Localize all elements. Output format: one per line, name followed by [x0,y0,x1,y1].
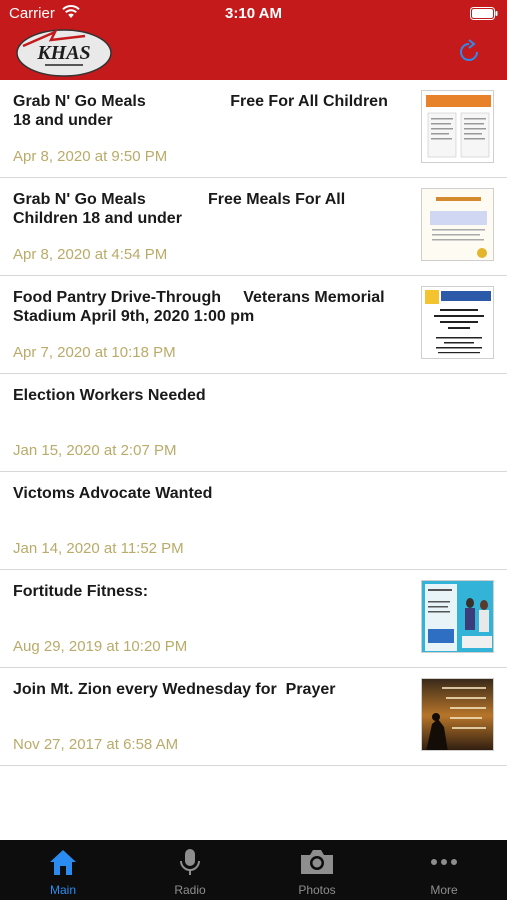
tab-label: More [430,883,458,897]
tab-radio[interactable]: Radio [127,840,253,900]
item-title: Join Mt. Zion every Wednesday for Prayer [13,681,336,698]
list-item[interactable]: Grab N' Go Meals Free For All Children 1… [0,80,507,178]
tab-label: Photos [298,883,336,897]
tab-photos[interactable]: Photos [254,840,380,900]
item-date: Nov 27, 2017 at 6:58 AM [13,736,179,753]
more-icon [431,859,457,865]
logo-text: KHAS [36,42,90,64]
app-header: Carrier 3:10 AM KHAS [0,0,507,80]
item-thumbnail [421,678,494,751]
item-date: Jan 14, 2020 at 11:52 PM [13,540,184,557]
news-list: Grab N' Go Meals Free For All Children 1… [0,80,507,766]
item-title: Grab N' Go Meals Free For All Children 1… [13,93,393,129]
item-date: Apr 7, 2020 at 10:18 PM [13,344,176,361]
item-date: Apr 8, 2020 at 9:50 PM [13,148,168,165]
list-item[interactable]: Grab N' Go Meals Free Meals For All Chil… [0,178,507,276]
tab-main[interactable]: Main [0,840,126,900]
item-thumbnail [421,580,494,653]
item-title: Victoms Advocate Wanted [13,485,213,502]
item-thumbnail [421,188,494,261]
list-item[interactable]: Food Pantry Drive-Through Veterans Memor… [0,276,507,374]
item-title: Fortitude Fitness: [13,583,149,600]
camera-icon [301,850,333,874]
item-thumbnail [421,90,494,163]
tab-label: Radio [174,883,206,897]
battery-icon [470,7,498,20]
list-item[interactable]: Join Mt. Zion every Wednesday for Prayer… [0,668,507,766]
item-title: Food Pantry Drive-Through Veterans Memor… [13,289,390,325]
item-title: Election Workers Needed [13,387,206,404]
home-icon [50,850,76,875]
status-time: 3:10 AM [225,5,282,22]
item-thumbnail [421,286,494,359]
list-item[interactable]: Victoms Advocate Wanted Jan 14, 2020 at … [0,472,507,570]
status-bar: Carrier 3:10 AM [0,0,507,28]
refresh-icon[interactable] [455,38,483,66]
tab-label: Main [49,883,76,897]
list-item[interactable]: Fortitude Fitness: Aug 29, 2019 at 10:20… [0,570,507,668]
microphone-icon [180,849,200,875]
item-date: Aug 29, 2019 at 10:20 PM [13,638,188,655]
khas-logo: KHAS [16,29,112,77]
list-item[interactable]: Election Workers Needed Jan 15, 2020 at … [0,374,507,472]
tab-more[interactable]: More [381,840,507,900]
item-title: Grab N' Go Meals Free Meals For All Chil… [13,191,350,227]
tab-bar: Main Radio Photos More [0,840,507,900]
item-date: Jan 15, 2020 at 2:07 PM [13,442,177,459]
item-date: Apr 8, 2020 at 4:54 PM [13,246,168,263]
